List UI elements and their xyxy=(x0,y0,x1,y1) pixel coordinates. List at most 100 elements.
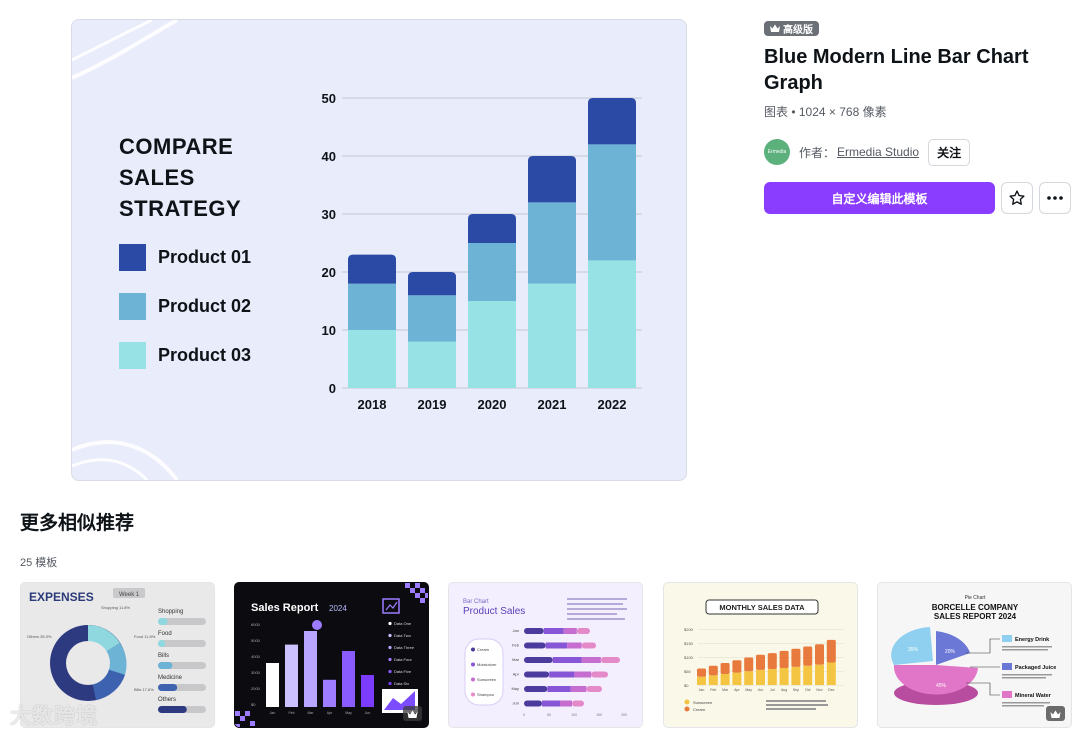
card-subtitle: Bar Chart xyxy=(463,599,489,605)
legend-label: Mineral Water xyxy=(1015,693,1052,699)
decorative-swirl-bottom xyxy=(72,440,179,480)
card-title: MONTHLY SALES DATA xyxy=(719,603,805,612)
legend-dot xyxy=(388,633,392,638)
bar-segment xyxy=(815,664,824,685)
x-tick-label: 2022 xyxy=(598,397,627,412)
template-card-monthly-sales[interactable]: MONTHLY SALES DATA $200 $150 $100 $50 $0 Jan… xyxy=(663,582,858,728)
x-tick-label: May xyxy=(345,711,352,715)
expense-label: Bills xyxy=(158,653,169,659)
bar-segment xyxy=(779,667,789,685)
legend-item-product-01: Product 01 xyxy=(119,243,251,271)
x-tick-label: Jun xyxy=(758,688,764,692)
bar-segment xyxy=(408,295,456,342)
y-tick-label: 0 xyxy=(329,381,336,396)
favorite-button[interactable] xyxy=(1001,182,1033,214)
bar-segment xyxy=(547,686,571,692)
card-title: EXPENSES xyxy=(29,590,94,604)
bar-segment xyxy=(408,272,456,296)
bar-segment xyxy=(549,671,575,678)
author-link[interactable]: Ermedia Studio xyxy=(837,145,919,159)
x-tick-label: Jan xyxy=(270,711,276,715)
x-tick-label: Aug xyxy=(781,688,787,692)
legend-dot xyxy=(471,647,475,652)
bar-segment xyxy=(826,662,836,685)
expense-fill xyxy=(158,640,166,647)
x-tick-label: Oct xyxy=(805,688,810,692)
expense-fill xyxy=(158,618,168,625)
bar-segment xyxy=(528,156,576,203)
author-avatar[interactable]: Ermedia xyxy=(764,139,790,165)
bar-segment xyxy=(576,628,590,634)
legend-dot xyxy=(388,681,392,686)
bar-segment xyxy=(744,657,754,672)
template-card-sales-report[interactable]: Sales Report 2024 6000 5000 4000 3000 2000 $0… xyxy=(234,582,429,728)
template-card-product-sales[interactable]: Bar Chart Product Sales Cream Moisturizer… xyxy=(448,582,643,728)
card-subtitle: Pie Chart xyxy=(965,595,986,601)
y-tick-label: Feb xyxy=(512,643,520,648)
expense-label: Others xyxy=(158,697,176,703)
watermark: 大数跨境 xyxy=(10,705,98,728)
expense-fill xyxy=(158,684,178,691)
bar-segment xyxy=(826,639,836,663)
legend-swatch xyxy=(119,292,146,320)
bar-segment xyxy=(570,686,587,692)
bar-segment xyxy=(524,628,544,634)
template-meta: 图表 • 1024 × 768 像素 xyxy=(764,105,887,119)
bar-segment xyxy=(586,686,602,692)
y-tick-label: $50 xyxy=(684,669,691,674)
x-tick-label: Sep xyxy=(793,688,799,692)
template-title: Blue Modern Line Bar Chart Graph xyxy=(764,46,1029,94)
bar-segment xyxy=(756,654,765,670)
y-tick-label: 5000 xyxy=(251,638,261,643)
donut-label: Shopping 11.8% xyxy=(101,605,131,610)
donut-label: Bills 17.6% xyxy=(134,687,154,692)
bar-segment xyxy=(588,260,636,388)
y-tick-label: 20 xyxy=(322,265,336,280)
y-tick-label: 4000 xyxy=(251,654,261,659)
bar-segment xyxy=(720,663,730,674)
x-tick-label: 50 xyxy=(547,713,551,717)
y-tick-label: $150 xyxy=(684,641,694,646)
bar-segment xyxy=(708,665,718,676)
card-year: 2024 xyxy=(329,604,347,613)
bar-segment xyxy=(560,700,572,707)
legend-item-product-03: Product 03 xyxy=(119,341,251,369)
follow-button[interactable]: 关注 xyxy=(928,138,971,166)
y-tick-label: $200 xyxy=(684,627,694,632)
legend-label: Data Four xyxy=(394,657,412,662)
x-tick-label: Feb xyxy=(288,711,294,715)
legend-dot xyxy=(388,657,392,662)
pro-badge: 高级版 xyxy=(764,20,819,36)
card-title: BORCELLE COMPANY SALES REPORT 2024 xyxy=(932,603,1019,621)
template-card-pie-report[interactable]: Pie Chart BORCELLE COMPANY SALES REPORT 2… xyxy=(877,582,1072,728)
bar-segment xyxy=(468,301,516,388)
x-tick-label: Nov xyxy=(816,688,822,692)
bar-segment xyxy=(542,700,560,707)
bar-segment xyxy=(552,657,582,663)
pro-badge-label: 高级版 xyxy=(783,24,813,36)
legend-dot xyxy=(471,692,475,697)
customize-template-button[interactable]: 自定义编辑此模板 xyxy=(764,182,995,214)
legend-label: Cream xyxy=(693,707,706,712)
y-tick-label: 50 xyxy=(322,91,336,106)
legend-swatch xyxy=(119,243,146,271)
x-tick-label: 2019 xyxy=(418,397,447,412)
template-preview[interactable]: COMPARE SALES STRATEGY Product 01 Produc… xyxy=(71,19,687,481)
more-options-button[interactable] xyxy=(1039,182,1071,214)
legend-dot xyxy=(388,645,392,650)
bar-segment xyxy=(744,671,754,685)
template-count: 25 模板 xyxy=(20,557,58,569)
stacked-bar-chart: 0 10 20 30 40 50 2018 2019 2020 2021 2022 xyxy=(322,91,642,412)
crown-icon xyxy=(1050,710,1061,718)
y-tick-label: 3000 xyxy=(251,670,261,675)
bar-segment xyxy=(348,283,396,330)
x-tick-label: 2021 xyxy=(538,397,567,412)
bar-segment xyxy=(567,642,582,649)
expense-label: Food xyxy=(158,631,172,637)
bar-segment xyxy=(600,657,620,663)
y-tick-label: $0 xyxy=(251,702,256,707)
bar-segment xyxy=(524,686,548,692)
bar-segment xyxy=(756,669,765,685)
legend-label: Energy Drink xyxy=(1015,637,1050,643)
legend-dot xyxy=(471,677,475,682)
